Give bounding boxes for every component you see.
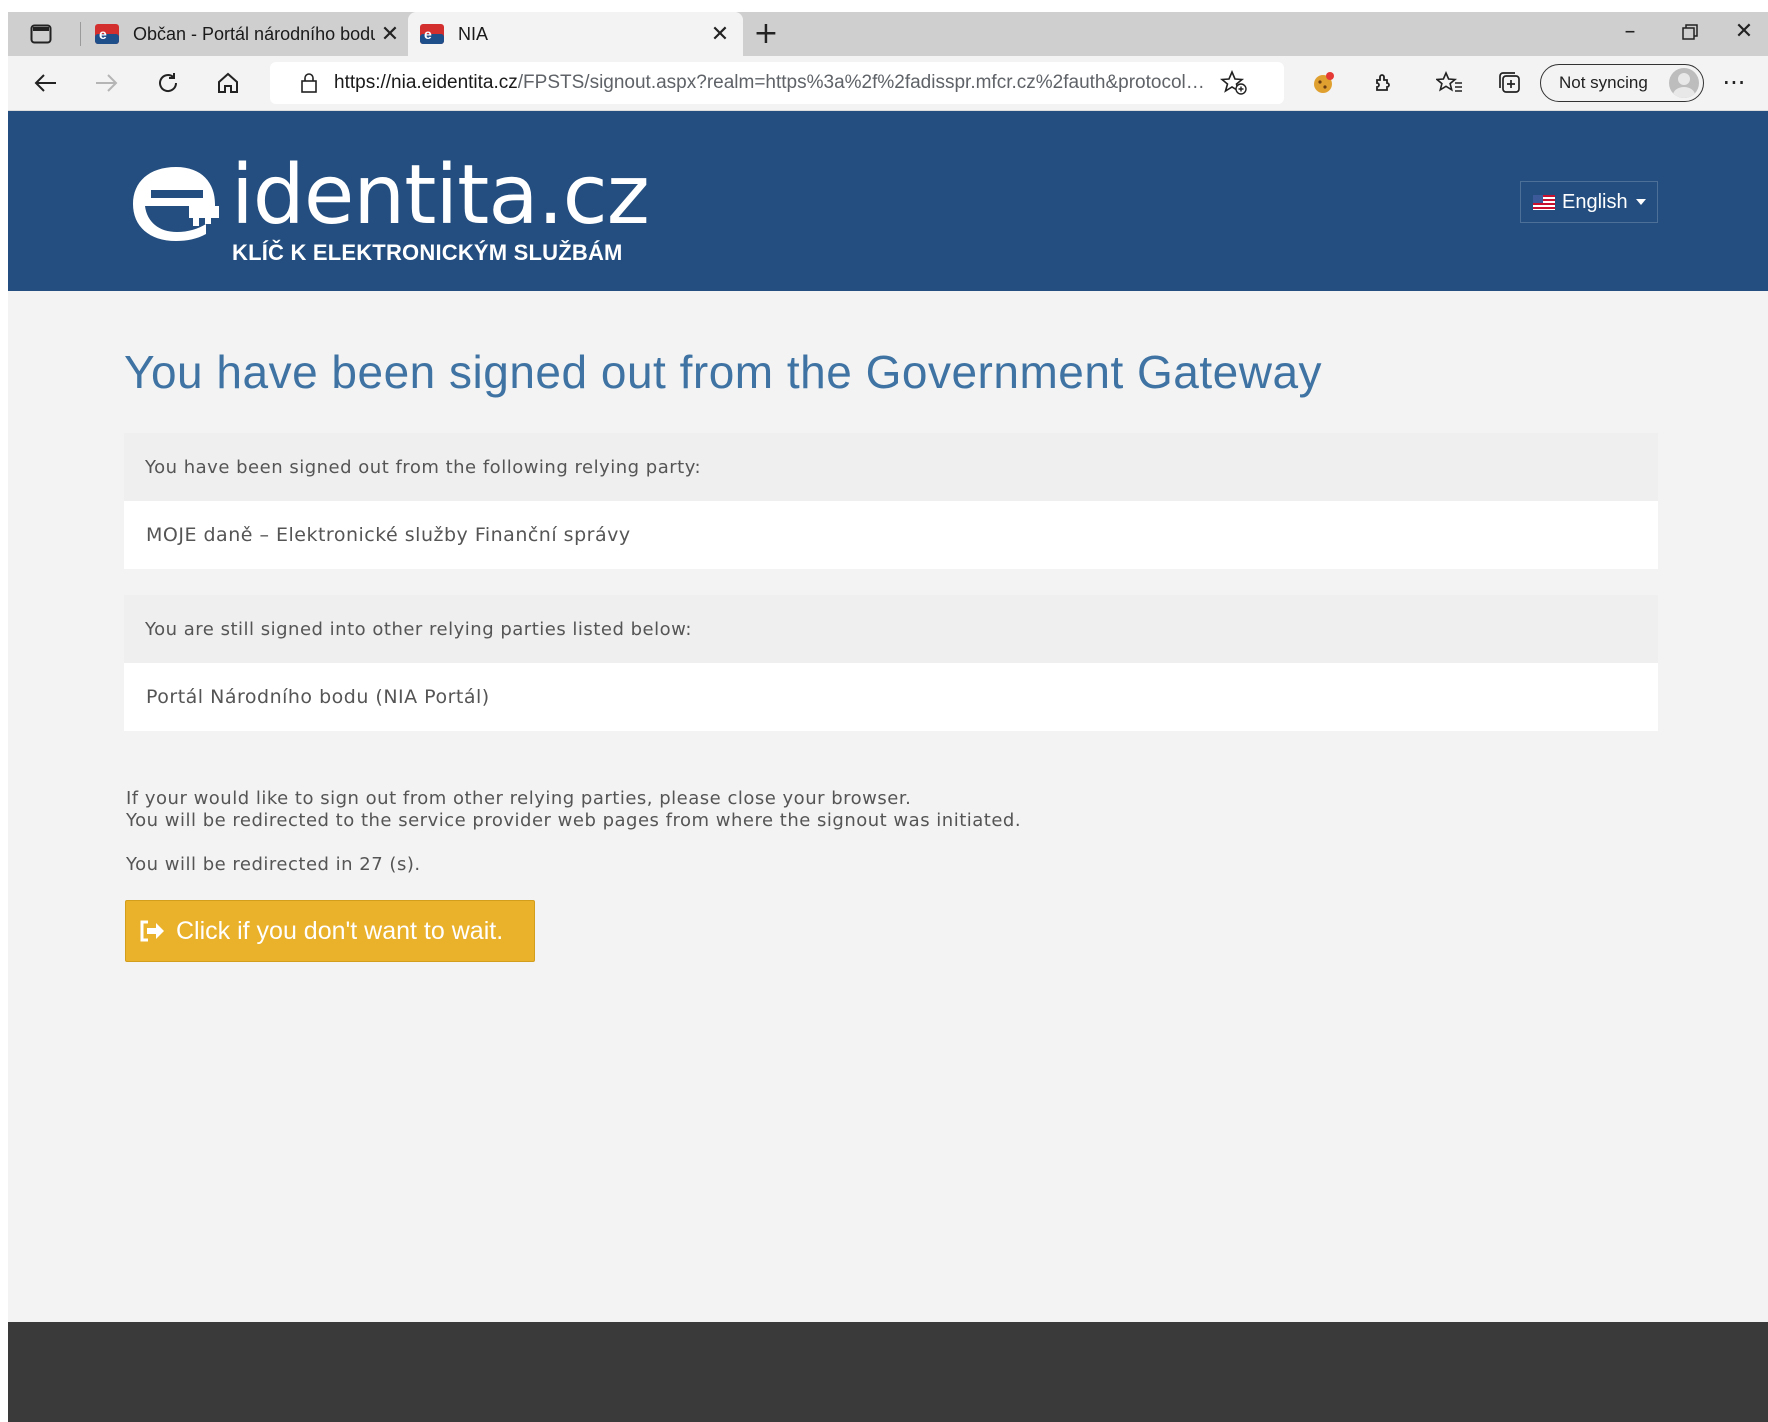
extension-cookie-icon[interactable] xyxy=(1304,63,1344,103)
extensions-icon[interactable] xyxy=(1364,63,1404,103)
us-flag-icon xyxy=(1533,194,1555,210)
home-icon[interactable] xyxy=(208,63,248,103)
tab-obcan[interactable]: e Občan - Portál národního bodu ✕ xyxy=(83,12,413,56)
svg-text:e: e xyxy=(99,26,107,42)
url-host: https://nia.eidentita.cz xyxy=(334,72,518,93)
svg-text:e: e xyxy=(424,26,432,42)
continue-button-label: Click if you don't want to wait. xyxy=(176,916,504,945)
signed-out-heading: You have been signed out from the follow… xyxy=(124,433,1658,501)
close-tab-icon[interactable]: ✕ xyxy=(375,21,405,47)
still-signed-heading: You are still signed into other relying … xyxy=(124,595,1658,663)
signed-out-party: MOJE daně – Elektronické služby Finanční… xyxy=(124,501,1658,569)
lock-icon[interactable] xyxy=(298,72,320,94)
info-line-2: You will be redirected to the service pr… xyxy=(126,810,1022,831)
window-left-edge xyxy=(0,0,8,1422)
url-path: /FPSTS/signout.aspx?realm=https%3a%2f%2f… xyxy=(517,72,1208,93)
tab-actions-button[interactable] xyxy=(30,12,70,56)
still-signed-panel: You are still signed into other relying … xyxy=(124,595,1658,731)
close-tab-icon[interactable]: ✕ xyxy=(705,21,735,47)
signed-out-panel: You have been signed out from the follow… xyxy=(124,433,1658,569)
logo-tagline: KLÍČ K ELEKTRONICKÝM SLUŽBÁM xyxy=(232,240,623,265)
sidebar-icon xyxy=(30,24,52,44)
refresh-icon[interactable] xyxy=(148,63,188,103)
redirect-countdown: You will be redirected in 27 (s). xyxy=(126,854,421,875)
info-line-1: If your would like to sign out from othe… xyxy=(126,788,912,809)
address-bar[interactable]: https://nia.eidentita.cz/FPSTS/signout.a… xyxy=(270,62,1284,104)
restore-icon[interactable] xyxy=(1660,12,1720,56)
site-header: identita.cz KLÍČ K ELEKTRONICKÝM SLUŽBÁM… xyxy=(8,111,1768,291)
eidentita-logo-mark xyxy=(133,167,219,241)
still-signed-party: Portál Národního bodu (NIA Portál) xyxy=(124,663,1658,731)
profile-button[interactable]: Not syncing xyxy=(1540,64,1704,102)
close-window-icon[interactable]: ✕ xyxy=(1720,12,1768,56)
site-footer xyxy=(8,1322,1768,1422)
tab-nia[interactable]: e NIA ✕ xyxy=(408,12,743,56)
back-icon[interactable] xyxy=(26,63,66,103)
collections-icon[interactable] xyxy=(1490,63,1530,103)
tab-title: Občan - Portál národního bodu xyxy=(133,23,375,44)
language-selector[interactable]: English xyxy=(1520,181,1658,223)
eidentita-logo[interactable]: identita.cz KLÍČ K ELEKTRONICKÝM SLUŽBÁM xyxy=(131,148,650,266)
browser-toolbar: https://nia.eidentita.cz/FPSTS/signout.a… xyxy=(8,56,1768,111)
tab-strip: e Občan - Portál národního bodu ✕ e NIA … xyxy=(8,12,1768,56)
logo-word: identita.cz xyxy=(231,148,650,243)
page-content: identita.cz KLÍČ K ELEKTRONICKÝM SLUŽBÁM… xyxy=(8,111,1768,1422)
favorites-icon[interactable] xyxy=(1430,63,1470,103)
new-tab-button[interactable]: + xyxy=(748,16,784,52)
eidentita-favicon-icon: e xyxy=(420,24,444,44)
tab-title: NIA xyxy=(458,23,489,44)
favorite-add-icon[interactable] xyxy=(1219,70,1248,96)
profile-label: Not syncing xyxy=(1559,73,1648,92)
tab-separator xyxy=(80,22,81,46)
continue-button[interactable]: Click if you don't want to wait. xyxy=(125,900,535,962)
chevron-down-icon xyxy=(1635,199,1646,205)
forward-icon[interactable] xyxy=(86,63,126,103)
avatar xyxy=(1669,68,1699,98)
language-label: English xyxy=(1562,190,1628,213)
eidentita-favicon-icon: e xyxy=(95,24,119,44)
page-title: You have been signed out from the Govern… xyxy=(124,346,1323,398)
minimize-icon[interactable]: – xyxy=(1600,12,1660,56)
sign-out-icon xyxy=(140,920,164,942)
more-icon[interactable]: ··· xyxy=(1714,63,1754,103)
